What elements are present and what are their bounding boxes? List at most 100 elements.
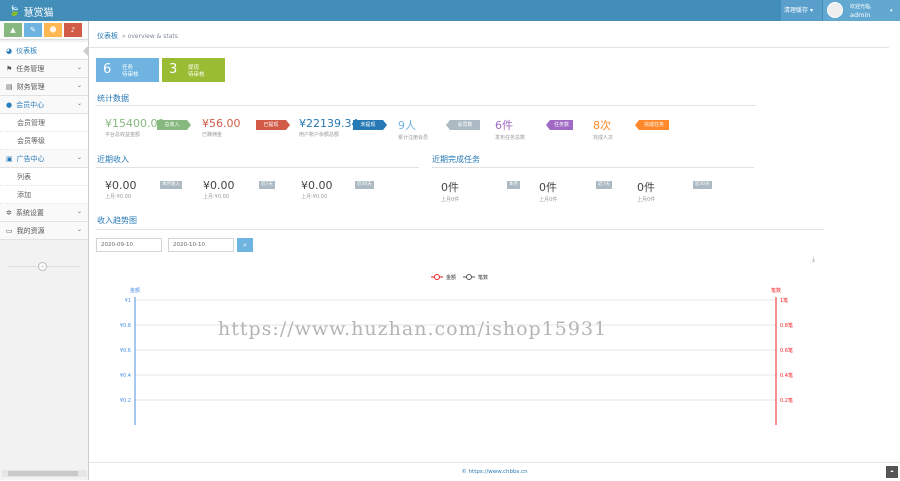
sidebar-item-dashboard[interactable]: ◕ 仪表板 xyxy=(0,42,89,60)
clear-cache-button[interactable]: 清理缓存 ▾ xyxy=(781,0,822,21)
trend-divider xyxy=(96,229,824,230)
collapse-sidebar-icon[interactable]: « xyxy=(38,262,47,271)
page-subtitle: » overview & stats xyxy=(122,33,178,40)
income-divider xyxy=(96,167,419,168)
sidebar-item-label: 广告中心 xyxy=(16,154,45,163)
stat-tag: 总收入 xyxy=(157,120,191,130)
sub-item-member-level[interactable]: 会员等级 xyxy=(0,132,88,150)
sidebar-item-ads[interactable]: ▣ 广告中心 ⌄ xyxy=(0,150,88,168)
bell-icon[interactable]: ♪ xyxy=(64,23,82,37)
sidebar-item-settings[interactable]: ✲ 系统设置 ⌄ xyxy=(0,204,88,222)
stat-value: ¥15400.00 xyxy=(105,117,165,130)
right-tick-label: 0.2笔 xyxy=(780,397,793,404)
date-from-input[interactable]: 2020-09-10 xyxy=(96,238,162,252)
left-tick-label: ¥0.2 xyxy=(120,398,131,404)
stats-divider xyxy=(96,105,756,106)
main-content: 仪表板» overview & stats 6 任务 待审核 3 提现 待审核 … xyxy=(89,21,900,480)
stat-tag: 会员数 xyxy=(446,120,480,130)
income-desc: 上月:¥0.00 xyxy=(203,194,229,200)
stat-desc: 完成人次 xyxy=(593,135,614,141)
income-value: ¥0.00 xyxy=(203,179,235,192)
task-value: 0件 xyxy=(637,181,655,194)
income-stat: ¥0.00 上月:¥0.00 xyxy=(301,179,333,200)
sidebar-item-label: 系统设置 xyxy=(15,208,44,217)
income-desc: 上月:¥0.00 xyxy=(105,194,131,200)
task-stat: 0件 上月0件 xyxy=(637,179,655,203)
brand-logo[interactable]: 🍃 慧赏猫 xyxy=(8,4,53,19)
income-tag: 本月收入 xyxy=(160,181,182,189)
task-stat: 0件 上月0件 xyxy=(539,179,557,203)
task-stat: 0件上月0件 xyxy=(441,179,459,203)
chevron-down-icon: ⌄ xyxy=(76,226,82,233)
sidebar-item-finance[interactable]: ▤ 财务管理 ⌄ xyxy=(0,78,88,96)
legend-marker xyxy=(434,274,440,280)
user-icon: ● xyxy=(6,100,13,109)
signal-icon[interactable]: ▲ xyxy=(4,23,22,37)
task-value: 0件 xyxy=(539,181,557,194)
task-desc: 上月0件 xyxy=(441,197,460,203)
caret-down-icon: ▾ xyxy=(890,8,893,14)
picture-icon: ▣ xyxy=(6,154,13,163)
pending-withdraw-box[interactable]: 3 提现 待审核 xyxy=(162,58,225,82)
chevron-down-icon: ⌄ xyxy=(76,208,82,215)
dashboard-icon: ◕ xyxy=(6,46,13,55)
stat-value: 8次 xyxy=(593,119,611,132)
recent-tasks-title: 近期完成任务 xyxy=(432,155,480,164)
back-to-top-icon[interactable]: ⏶ xyxy=(886,466,898,478)
pending-task-count: 6 xyxy=(103,62,112,77)
copyright-text[interactable]: © https://www.chbbs.cn xyxy=(461,469,527,475)
stat-item: ¥15400.00 平台总收益金额 xyxy=(105,117,165,138)
sidebar-scrollbar[interactable] xyxy=(2,470,87,477)
footer: © https://www.chbbs.cn xyxy=(89,462,900,480)
pending-task-box[interactable]: 6 任务 待审核 xyxy=(96,58,159,82)
date-to-input[interactable]: 2020-10-10 xyxy=(168,238,234,252)
sidebar-item-members[interactable]: ● 会员中心 ⌄ xyxy=(0,96,88,114)
income-trend-chart: 金额 笔数金额 笔数¥1 1笔¥0.8 0.8笔¥0.6 0.6笔¥0.4 0.4笔¥0.2… xyxy=(120,255,815,425)
left-tick-label: ¥1 xyxy=(125,298,131,304)
right-axis-title: 笔数 xyxy=(771,287,781,294)
right-tick-label: 0.6笔 xyxy=(780,347,793,354)
username: admin xyxy=(850,11,871,19)
group-icon[interactable]: ☻ xyxy=(44,23,62,37)
stat-item: 8次完成人次 xyxy=(593,117,613,141)
stat-desc: 已赚佣金 xyxy=(202,132,223,138)
income-value: ¥0.00 xyxy=(105,179,137,192)
sidebar-item-label: 任务管理 xyxy=(16,64,45,73)
avatar xyxy=(827,2,843,18)
top-navbar: 🍃 慧赏猫 清理缓存 ▾ 欢迎光临, admin ▾ xyxy=(0,0,900,21)
sub-item-ad-list[interactable]: 列表 xyxy=(0,168,88,186)
income-value: ¥0.00 xyxy=(301,179,333,192)
task-tag: 近7天 xyxy=(596,181,612,189)
search-button[interactable]: ⌕ xyxy=(237,238,253,252)
tasks-divider xyxy=(432,167,754,168)
stats-title: 统计数据 xyxy=(97,94,129,103)
income-stat: ¥0.00 上月:¥0.00 xyxy=(203,179,235,200)
task-tag: 本月 xyxy=(507,181,520,189)
right-tick-label: 1笔 xyxy=(780,297,788,304)
page-title[interactable]: 仪表板 xyxy=(97,32,118,40)
user-menu[interactable]: 欢迎光临, admin ▾ xyxy=(823,0,900,21)
sidebar-item-resources[interactable]: ▭ 我的资源 ⌄ xyxy=(0,222,88,240)
stat-tag: 已提现 xyxy=(256,120,290,130)
recent-income-title: 近期收入 xyxy=(97,155,129,164)
legend-label: 金额 xyxy=(446,274,456,281)
right-tick-label: 0.8笔 xyxy=(780,322,793,329)
sidebar-item-tasks[interactable]: ⚑ 任务管理 ⌄ xyxy=(0,60,88,78)
breadcrumb: 仪表板 » overview & stats xyxy=(97,31,178,41)
leaf-icon: 🍃 xyxy=(8,6,21,17)
pencil-icon[interactable]: ✎ xyxy=(24,23,42,37)
chevron-down-icon: ⌄ xyxy=(76,154,82,161)
welcome-text: 欢迎光临, xyxy=(850,4,872,10)
trend-title: 收入趋势图 xyxy=(97,216,137,225)
sub-item-ad-add[interactable]: 添加 xyxy=(0,186,88,204)
sidebar-item-label: 会员中心 xyxy=(16,100,45,109)
download-icon: ⤓ xyxy=(812,255,815,263)
sub-item-member-manage[interactable]: 会员管理 xyxy=(0,114,88,132)
scrollbar-thumb[interactable] xyxy=(8,471,78,476)
task-value: 0件 xyxy=(441,181,459,194)
task-tag: 近30天 xyxy=(693,181,712,189)
left-tick-label: ¥0.6 xyxy=(120,348,131,354)
caret-down-icon: ▾ xyxy=(809,7,813,14)
stat-item: ¥22139.34 用户账户余额总额 xyxy=(299,117,359,138)
sidebar: ▲ ✎ ☻ ♪ ◕ 仪表板 ⚑ 任务管理 ⌄ ▤ 财务管理 ⌄ ● 会员中心 ⌄ ▣ 广告中心 ⌄ ✲ 系统设… xyxy=(0,21,89,480)
